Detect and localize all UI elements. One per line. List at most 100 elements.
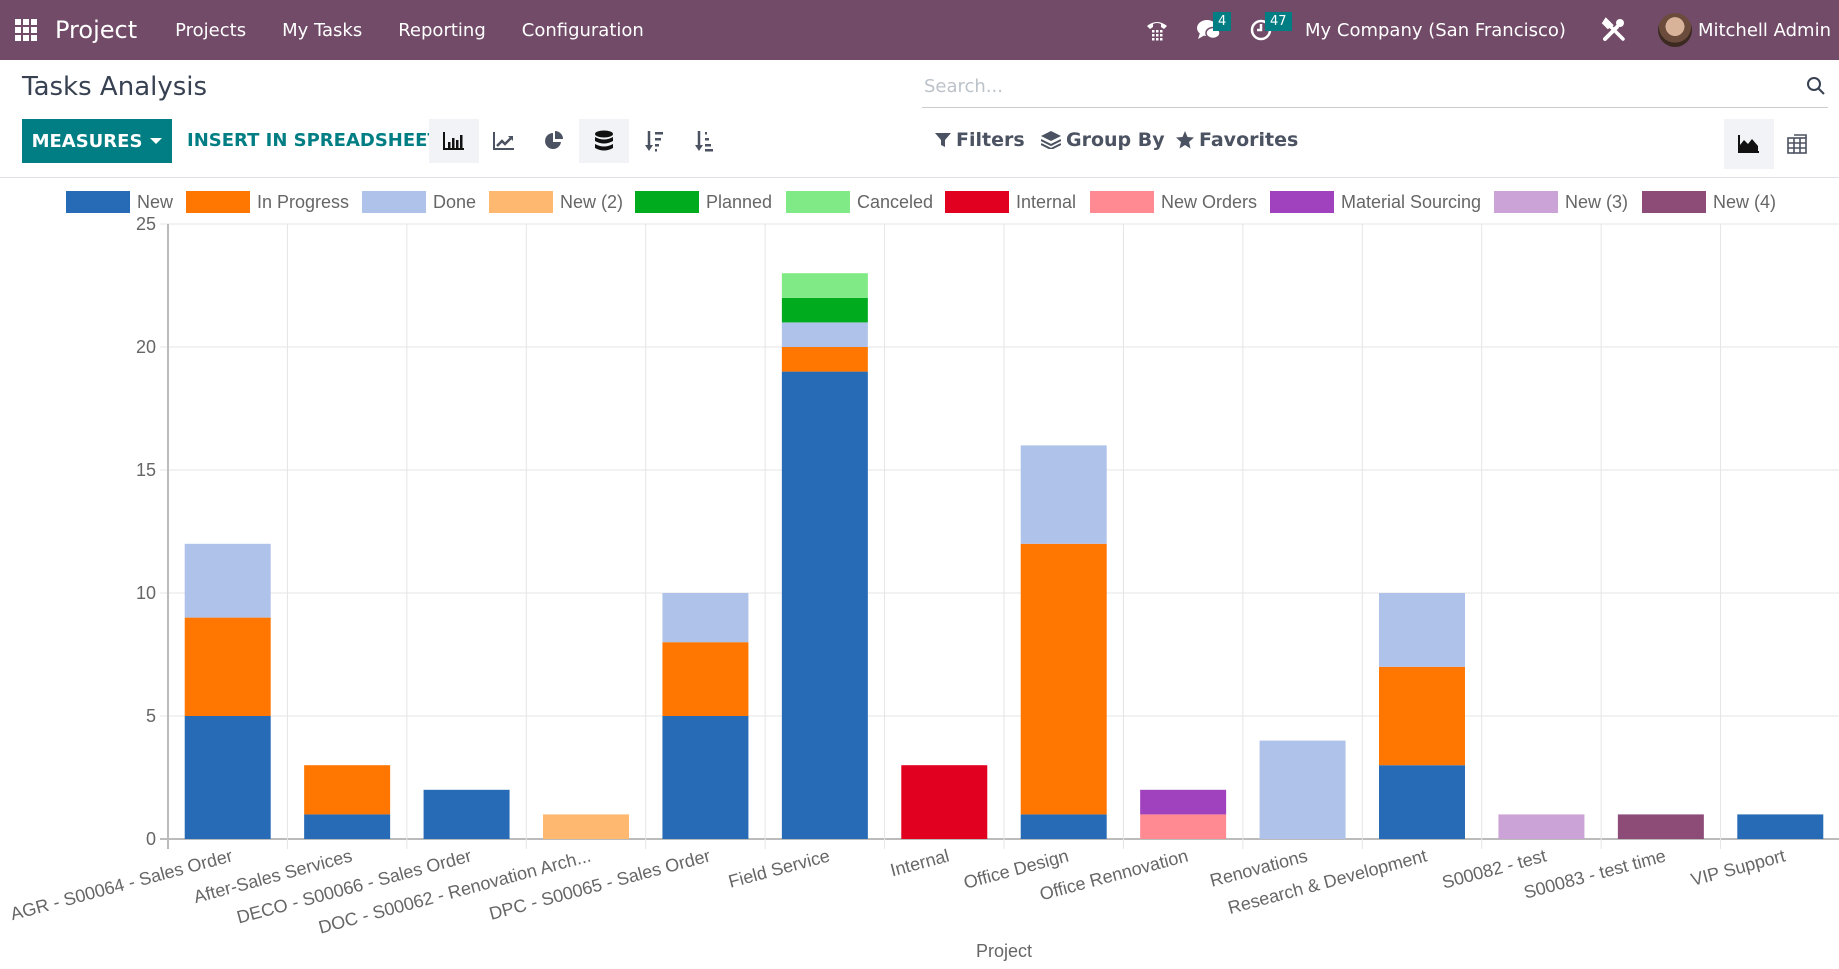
- bar-segment-in-progress[interactable]: [781, 347, 868, 372]
- apps-menu-icon[interactable]: [15, 19, 37, 41]
- search-bar: [922, 66, 1828, 108]
- bar-segment-new[interactable]: [1020, 814, 1107, 839]
- app-name[interactable]: Project: [55, 16, 137, 44]
- legend-swatch-planned[interactable]: [635, 191, 699, 213]
- bar-segment-new[interactable]: [184, 716, 271, 839]
- activities-clock-icon[interactable]: 47: [1241, 0, 1292, 60]
- debug-tools-icon[interactable]: [1594, 0, 1634, 60]
- legend-swatch-internal[interactable]: [945, 191, 1009, 213]
- bar-segment-canceled[interactable]: [781, 273, 868, 298]
- bar-segment-new[interactable]: [1737, 814, 1824, 839]
- favorites-label: Favorites: [1199, 129, 1299, 151]
- legend-label-new-3[interactable]: New (3): [1565, 192, 1628, 212]
- bar-segment-new-2[interactable]: [543, 814, 629, 839]
- bar-segment-done[interactable]: [184, 543, 271, 618]
- favorites-button[interactable]: Favorites: [1176, 129, 1298, 151]
- line-chart-icon: [493, 132, 514, 150]
- sort-descending-icon: [645, 131, 663, 152]
- legend-label-canceled[interactable]: Canceled: [857, 192, 933, 212]
- bar-segment-new[interactable]: [304, 814, 391, 839]
- filters-label: Filters: [956, 129, 1025, 151]
- insert-in-spreadsheet-button[interactable]: INSERT IN SPREADSHEET: [187, 119, 440, 163]
- bar-segment-in-progress[interactable]: [662, 642, 749, 716]
- legend-label-internal[interactable]: Internal: [1016, 192, 1076, 212]
- sort-descending-button[interactable]: [629, 119, 679, 163]
- measures-button[interactable]: MEASURES: [22, 119, 172, 163]
- bar-segment-new[interactable]: [781, 371, 868, 839]
- user-avatar[interactable]: [1657, 13, 1692, 47]
- legend-swatch-new-2[interactable]: [489, 191, 553, 213]
- legend-label-material-sourcing[interactable]: Material Sourcing: [1341, 192, 1481, 212]
- graph-view-button[interactable]: [1724, 119, 1774, 169]
- stacked-button[interactable]: [579, 119, 629, 163]
- y-tick-label: 10: [136, 583, 156, 603]
- line-chart-button[interactable]: [479, 119, 529, 163]
- bar-segment-done[interactable]: [781, 322, 868, 347]
- company-switcher[interactable]: My Company (San Francisco): [1305, 20, 1566, 41]
- bar-segment-new-4[interactable]: [1617, 814, 1704, 839]
- legend-swatch-new-orders[interactable]: [1090, 191, 1154, 213]
- menu-my-tasks[interactable]: My Tasks: [264, 20, 380, 41]
- bar-segment-done[interactable]: [1379, 593, 1465, 667]
- search-icon[interactable]: [1806, 76, 1826, 100]
- legend-swatch-canceled[interactable]: [786, 191, 850, 213]
- bar-segment-in-progress[interactable]: [1020, 543, 1107, 815]
- sort-ascending-button[interactable]: [679, 119, 729, 163]
- layers-icon: [1041, 131, 1061, 149]
- bar-segment-in-progress[interactable]: [184, 617, 271, 716]
- top-navbar: Project Projects My Tasks Reporting Conf…: [0, 0, 1839, 60]
- x-tick-label: Research & Development: [1226, 846, 1429, 918]
- legend-swatch-in-progress[interactable]: [186, 191, 250, 213]
- bar-segment-in-progress[interactable]: [304, 765, 391, 815]
- legend-label-in-progress[interactable]: In Progress: [257, 192, 349, 212]
- legend-swatch-new[interactable]: [66, 191, 130, 213]
- filters-button[interactable]: Filters: [935, 129, 1025, 151]
- legend-swatch-new-4[interactable]: [1642, 191, 1706, 213]
- bar-segment-new[interactable]: [423, 789, 510, 839]
- chart-grid: 0 5 10 15 20 25: [136, 214, 1839, 849]
- x-tick-label: DPC - S00065 - Sales Order: [487, 846, 713, 924]
- group-by-button[interactable]: Group By: [1041, 129, 1165, 151]
- user-menu[interactable]: Mitchell Admin: [1698, 20, 1831, 41]
- measures-label: MEASURES: [31, 130, 143, 152]
- messages-icon[interactable]: 4: [1189, 0, 1232, 60]
- bar-segment-new-orders[interactable]: [1140, 814, 1227, 839]
- bar-segment-new[interactable]: [1379, 765, 1465, 839]
- bar-segment-done[interactable]: [1020, 445, 1107, 544]
- bar-segment-material-sourcing[interactable]: [1140, 789, 1227, 815]
- menu-configuration[interactable]: Configuration: [504, 20, 662, 41]
- y-tick-label: 15: [136, 460, 156, 480]
- star-icon: [1176, 131, 1194, 149]
- legend-swatch-new-3[interactable]: [1494, 191, 1558, 213]
- pivot-view-button[interactable]: [1772, 119, 1822, 169]
- legend-swatch-material-sourcing[interactable]: [1270, 191, 1334, 213]
- x-tick-label: Internal: [888, 846, 951, 881]
- bar-chart-button[interactable]: [429, 119, 479, 163]
- legend-label-done[interactable]: Done: [433, 192, 476, 212]
- legend-label-new-2[interactable]: New (2): [560, 192, 623, 212]
- y-tick-label: 0: [146, 829, 156, 849]
- group-by-label: Group By: [1066, 129, 1165, 151]
- legend-label-new-orders[interactable]: New Orders: [1161, 192, 1257, 212]
- menu-projects[interactable]: Projects: [157, 20, 264, 41]
- bar-segment-done[interactable]: [662, 593, 749, 643]
- legend-label-planned[interactable]: Planned: [706, 192, 772, 212]
- legend-label-new[interactable]: New: [137, 192, 174, 212]
- bar-segment-planned[interactable]: [781, 297, 868, 323]
- pie-chart-icon: [545, 131, 563, 149]
- bar-segment-in-progress[interactable]: [1379, 666, 1465, 766]
- bar-segment-new[interactable]: [662, 716, 749, 839]
- bar-segment-new-3[interactable]: [1498, 814, 1585, 839]
- messages-badge: 4: [1212, 12, 1232, 31]
- x-tick-label: VIP Support: [1689, 846, 1788, 890]
- filter-icon: [935, 133, 951, 147]
- bar-segment-internal[interactable]: [901, 765, 988, 839]
- search-input[interactable]: [922, 76, 1782, 97]
- menu-reporting[interactable]: Reporting: [380, 20, 504, 41]
- bar-segment-done[interactable]: [1259, 740, 1346, 839]
- phone-icon[interactable]: [1137, 0, 1177, 60]
- legend-swatch-done[interactable]: [362, 191, 426, 213]
- y-tick-label: 20: [136, 337, 156, 357]
- legend-label-new-4[interactable]: New (4): [1713, 192, 1776, 212]
- pie-chart-button[interactable]: [529, 119, 579, 163]
